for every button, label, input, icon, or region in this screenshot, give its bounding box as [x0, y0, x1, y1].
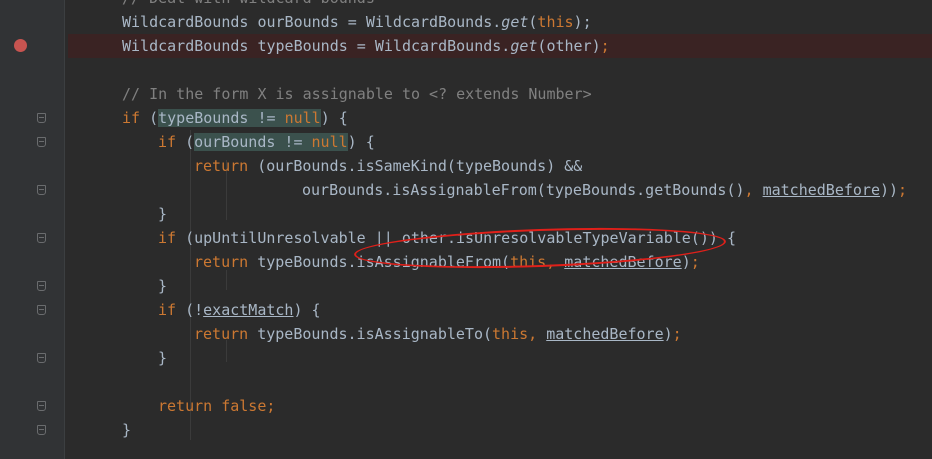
- code-line[interactable]: [68, 370, 932, 394]
- fold-icon[interactable]: [37, 353, 46, 363]
- code-token: (: [149, 109, 159, 127]
- code-token: null: [284, 109, 321, 127]
- code-token: ) {: [293, 301, 321, 319]
- code-token: )): [879, 181, 899, 199]
- code-line[interactable]: [68, 58, 932, 82]
- code-token: ;: [898, 181, 908, 199]
- code-token: (ourBounds.isSameKind(typeBounds) &&: [257, 157, 583, 175]
- code-token: this: [492, 325, 529, 343]
- code-token: ) {: [320, 109, 348, 127]
- code-token: ;: [690, 253, 700, 271]
- code-line[interactable]: }: [68, 202, 932, 226]
- code-token: );: [573, 13, 592, 31]
- fold-icon[interactable]: [37, 305, 46, 315]
- code-token: typeBounds !=: [158, 109, 285, 127]
- code-token: get: [510, 37, 538, 55]
- code-token: ): [681, 253, 691, 271]
- fold-icon[interactable]: [37, 401, 46, 411]
- code-token: typeBounds.isAssignableTo(: [257, 325, 493, 343]
- code-line[interactable]: return typeBounds.isAssignableTo(this, m…: [68, 322, 932, 346]
- code-token: ;: [672, 325, 682, 343]
- fold-icon[interactable]: [37, 425, 46, 435]
- code-token: matchedBefore: [762, 181, 880, 199]
- code-token: if: [158, 301, 186, 319]
- breakpoint-icon[interactable]: [14, 39, 27, 52]
- fold-icon[interactable]: [37, 113, 46, 123]
- code-line[interactable]: }: [68, 418, 932, 442]
- code-token: WildcardBounds typeBounds = WildcardBoun…: [122, 37, 511, 55]
- code-line[interactable]: if (ourBounds != null) {: [68, 130, 932, 154]
- code-token: if: [158, 229, 186, 247]
- code-line[interactable]: return false;: [68, 394, 932, 418]
- code-line[interactable]: if (typeBounds != null) {: [68, 106, 932, 130]
- code-token: return false: [158, 397, 267, 415]
- code-token: // In the form X is assignable to <? ext…: [122, 85, 592, 103]
- code-token: if: [122, 109, 150, 127]
- code-line[interactable]: }: [68, 274, 932, 298]
- code-line[interactable]: // Deal with wildcard bounds: [68, 0, 932, 10]
- code-token: ourBounds !=: [194, 133, 312, 151]
- code-line[interactable]: WildcardBounds ourBounds = WildcardBound…: [68, 10, 932, 34]
- code-token: get: [501, 13, 529, 31]
- code-token: ) {: [347, 133, 375, 151]
- code-token: ,: [528, 325, 547, 343]
- code-line[interactable]: // In the form X is assignable to <? ext…: [68, 82, 932, 106]
- code-token: WildcardBounds ourBounds = WildcardBound…: [122, 13, 502, 31]
- fold-icon[interactable]: [37, 137, 46, 147]
- code-token: }: [158, 349, 168, 367]
- code-token: return: [194, 253, 258, 271]
- fold-icon[interactable]: [37, 185, 46, 195]
- code-token: null: [311, 133, 348, 151]
- code-token: matchedBefore: [546, 325, 664, 343]
- code-line[interactable]: }: [68, 346, 932, 370]
- code-line[interactable]: ourBounds.isAssignableFrom(typeBounds.ge…: [68, 178, 932, 202]
- fold-icon[interactable]: [37, 233, 46, 243]
- code-token: }: [122, 421, 132, 439]
- code-line[interactable]: if (!exactMatch) {: [68, 298, 932, 322]
- code-token: }: [158, 277, 168, 295]
- code-token: (!: [185, 301, 204, 319]
- code-token: ;: [600, 37, 610, 55]
- editor-gutter: [0, 0, 65, 459]
- code-token: (other): [537, 37, 601, 55]
- code-token: }: [158, 205, 168, 223]
- code-token: (: [185, 133, 195, 151]
- code-token: exactMatch: [203, 301, 294, 319]
- code-token: if: [158, 133, 186, 151]
- code-token: ourBounds.isAssignableFrom(typeBounds.ge…: [302, 181, 745, 199]
- code-token: this: [537, 13, 574, 31]
- fold-icon[interactable]: [37, 281, 46, 291]
- code-line[interactable]: WildcardBounds typeBounds = WildcardBoun…: [68, 34, 932, 58]
- code-token: return: [194, 157, 258, 175]
- code-token: return: [194, 325, 258, 343]
- code-token: ): [663, 325, 673, 343]
- code-token: // Deal with wildcard bounds: [122, 0, 375, 7]
- code-line[interactable]: return (ourBounds.isSameKind(typeBounds)…: [68, 154, 932, 178]
- code-token: ;: [266, 397, 276, 415]
- code-token: ,: [744, 181, 763, 199]
